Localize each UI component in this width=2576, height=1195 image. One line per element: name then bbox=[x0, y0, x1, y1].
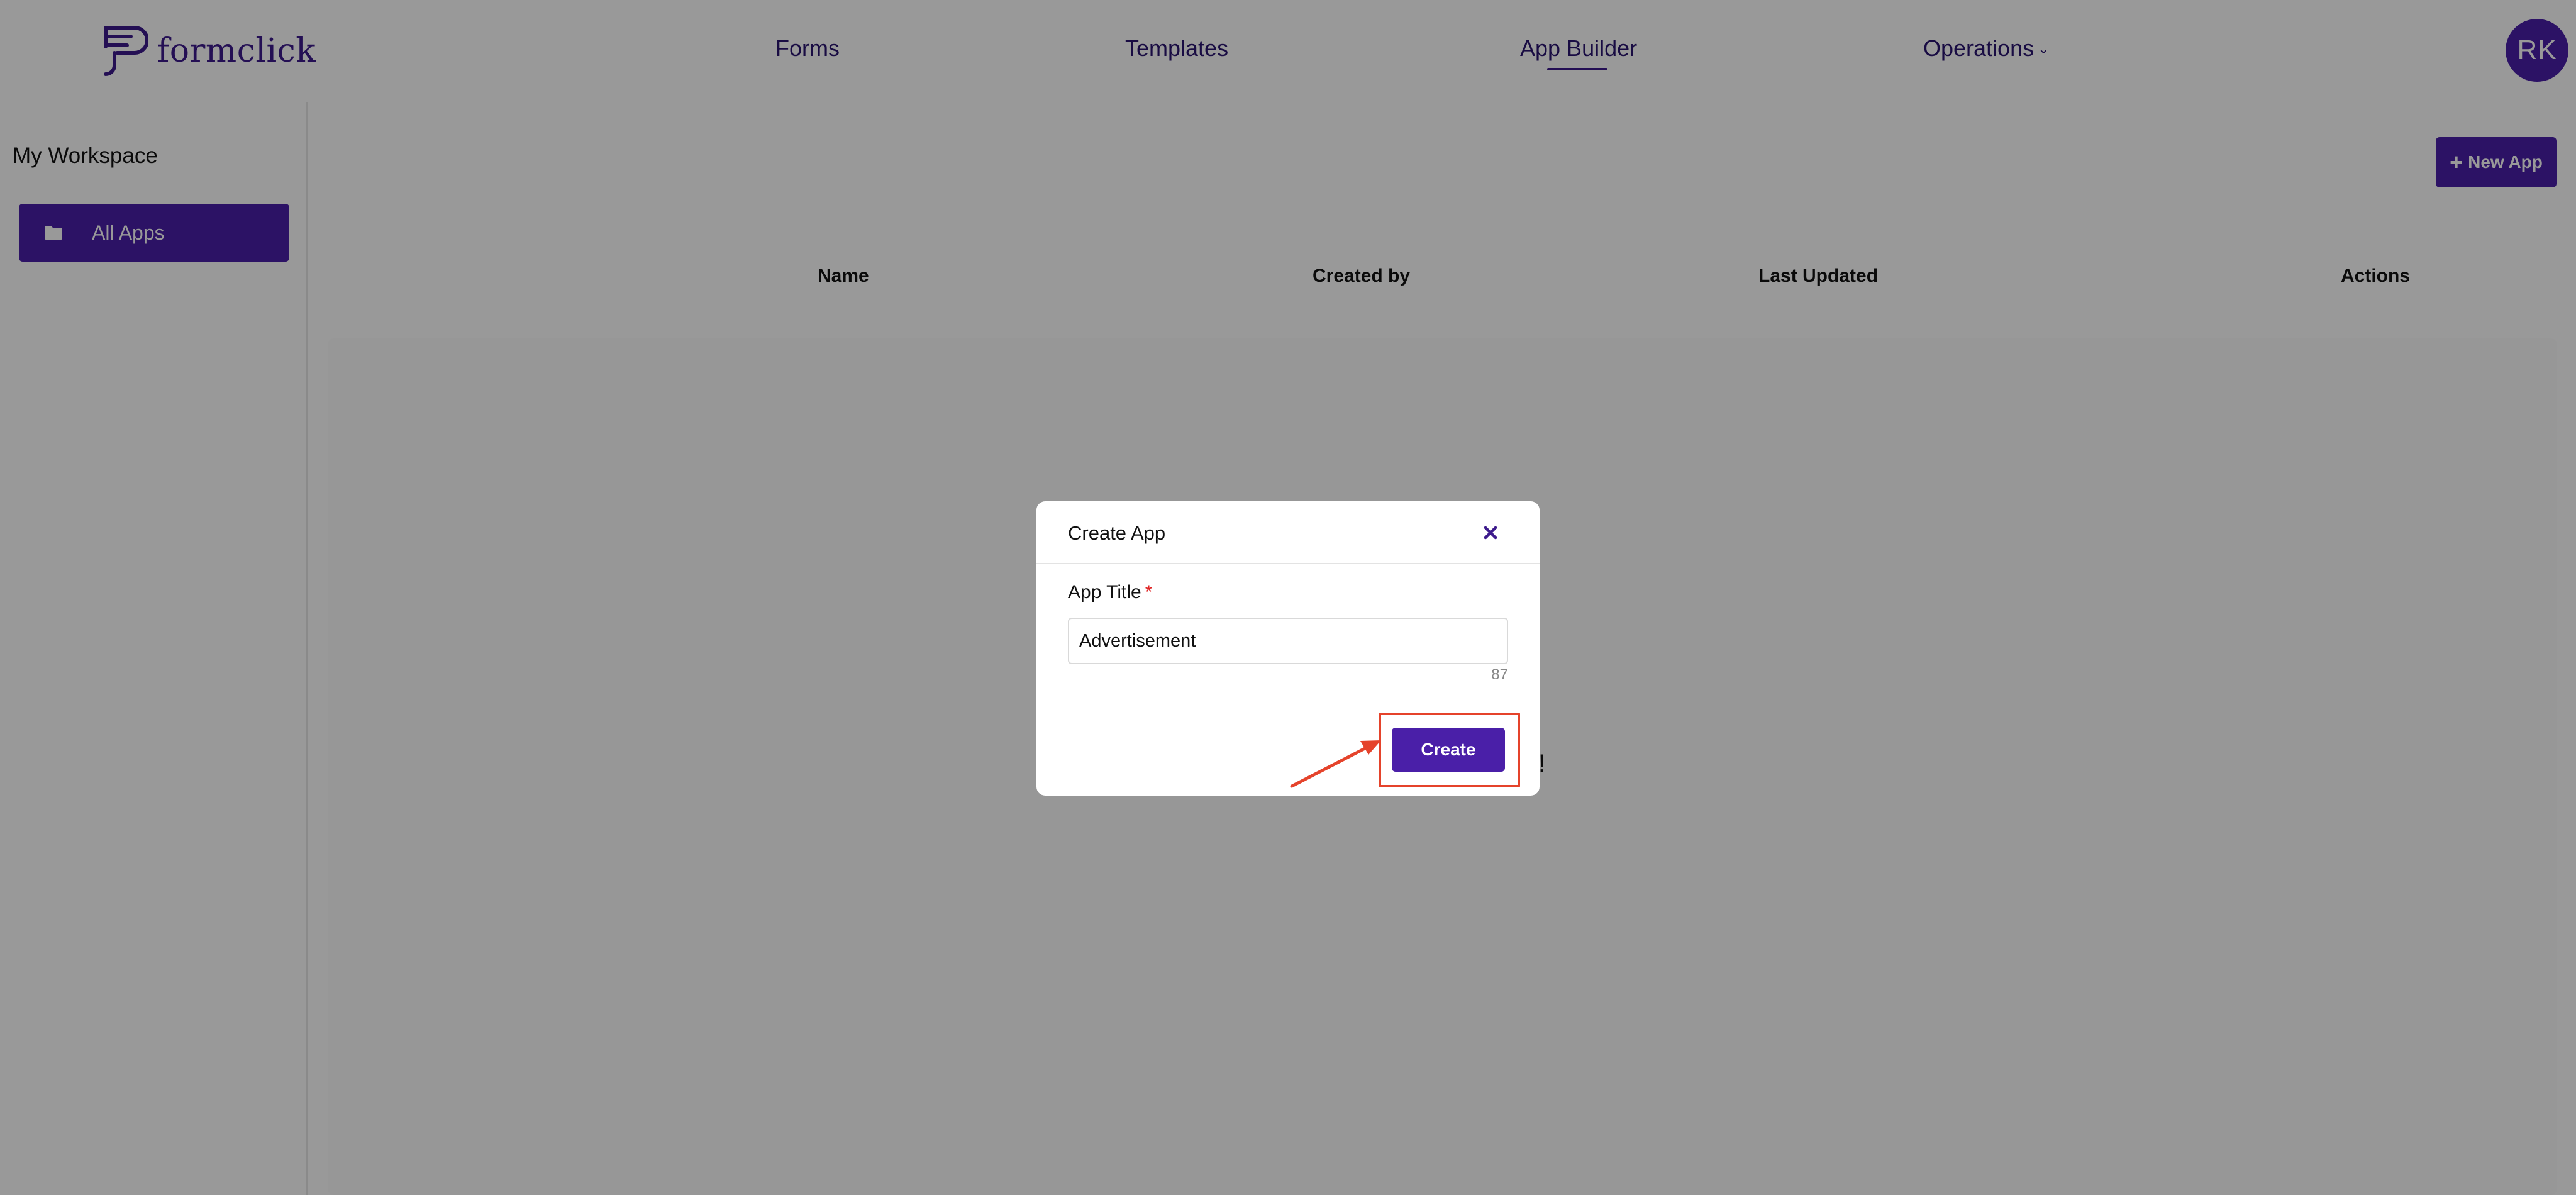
app-title-label-text: App Title bbox=[1068, 582, 1141, 603]
modal-title: Create App bbox=[1068, 522, 1166, 544]
modal-header: Create App bbox=[1036, 501, 1540, 564]
close-button[interactable] bbox=[1477, 519, 1504, 547]
app-title-label: App Title * bbox=[1068, 582, 1152, 603]
annotation-highlight-box bbox=[1379, 713, 1520, 787]
required-mark: * bbox=[1145, 582, 1153, 603]
close-icon bbox=[1484, 526, 1497, 540]
character-count: 87 bbox=[1491, 666, 1508, 683]
app-title-input[interactable] bbox=[1068, 618, 1508, 664]
